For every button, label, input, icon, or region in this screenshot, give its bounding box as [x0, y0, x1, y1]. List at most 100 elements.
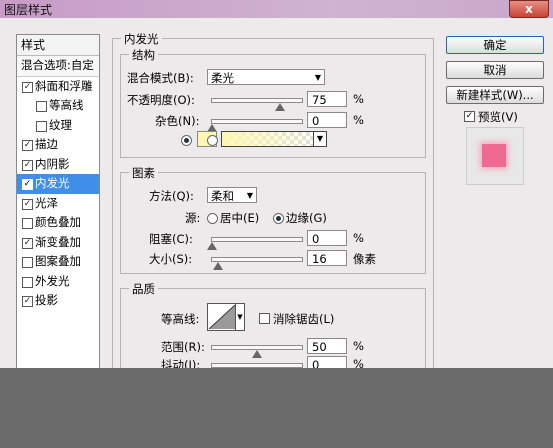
opacity-input[interactable]: 75 — [307, 91, 347, 107]
style-list-item-label: 内阴影 — [35, 156, 70, 171]
style-checkbox[interactable] — [22, 218, 33, 229]
style-list-item-label: 渐变叠加 — [35, 234, 81, 249]
preview-label[interactable]: 预览(V) — [478, 109, 518, 125]
style-list-item[interactable]: ✓ 斜面和浮雕 — [17, 77, 99, 97]
choke-slider-handle[interactable] — [207, 242, 217, 250]
style-preview — [466, 127, 524, 185]
style-list-item[interactable]: ✓ 投影 — [17, 291, 99, 311]
blend-mode-label: 混合模式(B): — [127, 71, 194, 85]
structure-group: 结构 混合模式(B): 柔光 ▼ 不透明度(O): 75 % 杂色(N): 0 … — [120, 47, 426, 158]
choke-unit: % — [353, 231, 364, 245]
range-unit: % — [353, 339, 364, 353]
size-slider-handle[interactable] — [212, 262, 223, 270]
style-checkbox[interactable] — [36, 120, 47, 132]
blend-mode-value: 柔光 — [211, 71, 234, 85]
close-button[interactable]: x — [509, 0, 549, 18]
style-list-item[interactable]: 纹理 — [17, 116, 99, 136]
chevron-down-icon: ▼ — [246, 191, 253, 200]
noise-slider[interactable] — [207, 119, 303, 132]
style-checkbox[interactable]: ✓ — [22, 140, 33, 151]
gradient-radio[interactable] — [207, 135, 218, 146]
source-center-label[interactable]: 居中(E) — [220, 210, 259, 226]
style-checkbox[interactable]: ✓ — [22, 198, 33, 210]
source-edge-label[interactable]: 边缘(G) — [286, 210, 327, 226]
opacity-slider[interactable] — [211, 98, 303, 111]
style-checkbox[interactable] — [36, 101, 47, 112]
choke-label: 阻塞(C): — [149, 232, 193, 246]
noise-label: 杂色(N): — [155, 114, 200, 128]
noise-unit: % — [353, 113, 364, 127]
preview-swatch — [482, 144, 506, 167]
source-label: 源: — [185, 211, 201, 225]
noise-input[interactable]: 0 — [307, 112, 347, 128]
contour-label: 等高线: — [161, 312, 200, 326]
technique-value: 柔和 — [211, 189, 234, 203]
window-title: 图层样式 — [4, 3, 53, 17]
elements-label: 图素 — [129, 165, 158, 181]
style-checkbox[interactable] — [22, 276, 33, 288]
style-list-item-label: 投影 — [35, 293, 58, 307]
inner-glow-panel: 内发光 结构 混合模式(B): 柔光 ▼ 不透明度(O): 75 % 杂色(N)… — [112, 30, 434, 390]
solid-color-radio[interactable] — [181, 135, 192, 146]
size-unit: 像素 — [353, 252, 376, 266]
style-list-item-label: 内发光 — [35, 176, 70, 190]
style-checkbox[interactable]: ✓ — [22, 179, 33, 190]
contour-curve-icon — [209, 305, 235, 329]
contour-picker[interactable]: ▼ — [207, 303, 245, 331]
size-input[interactable]: 16 — [307, 250, 347, 266]
style-list-item-label: 斜面和浮雕 — [35, 78, 93, 93]
ok-button[interactable]: 确定 — [446, 36, 544, 54]
style-list-item[interactable]: ✓ 内发光 — [17, 174, 99, 194]
style-list-item-label: 图案叠加 — [35, 254, 81, 268]
style-checkbox[interactable]: ✓ — [22, 81, 33, 93]
choke-input[interactable]: 0 — [307, 230, 347, 246]
style-list-item[interactable]: 颜色叠加 — [17, 213, 99, 233]
style-list-item[interactable]: ✓ 光泽 — [17, 194, 99, 214]
blend-mode-select[interactable]: 柔光 ▼ — [207, 69, 325, 85]
opacity-label: 不透明度(O): — [127, 93, 195, 107]
panel-title: 内发光 — [121, 31, 162, 47]
style-checkbox[interactable] — [22, 257, 33, 268]
antialias-label[interactable]: 消除锯齿(L) — [273, 311, 334, 327]
style-list-item[interactable]: 外发光 — [17, 272, 99, 292]
style-list-item-label: 等高线 — [49, 98, 84, 112]
size-slider[interactable] — [211, 257, 303, 270]
style-list-item-label: 描边 — [35, 137, 58, 151]
layer-style-dialog: 图层样式 x 样式 混合选项:自定 ✓ 斜面和浮雕 等高线 纹理 ✓ 描边 ✓ 内阴影 ✓ 内发光… — [0, 0, 553, 390]
title-bar[interactable]: 图层样式 x — [0, 0, 553, 18]
range-slider-handle[interactable] — [252, 350, 262, 358]
style-list-item[interactable]: ✓ 内阴影 — [17, 155, 99, 175]
source-edge-radio[interactable] — [273, 213, 284, 224]
gradient-picker[interactable]: ▼ — [221, 131, 327, 147]
new-style-button[interactable]: 新建样式(W)... — [446, 86, 544, 104]
background-area — [0, 368, 553, 448]
opacity-unit: % — [353, 92, 364, 106]
preview-checkbox[interactable]: ✓ — [464, 111, 475, 122]
chevron-down-icon[interactable]: ▼ — [235, 304, 244, 330]
blend-options-item[interactable]: 混合选项:自定 — [17, 56, 99, 77]
chevron-down-icon[interactable]: ▼ — [313, 132, 326, 146]
opacity-slider-handle[interactable] — [274, 103, 285, 111]
style-list-item[interactable]: 图案叠加 — [17, 252, 99, 272]
style-checkbox[interactable]: ✓ — [22, 159, 33, 171]
style-checkbox[interactable]: ✓ — [22, 296, 33, 307]
style-list-item[interactable]: 等高线 — [17, 96, 99, 116]
choke-slider[interactable] — [207, 237, 303, 250]
technique-select[interactable]: 柔和 ▼ — [207, 187, 257, 203]
source-center-radio[interactable] — [207, 213, 218, 224]
styles-header[interactable]: 样式 — [17, 35, 99, 56]
structure-label: 结构 — [129, 47, 158, 63]
quality-label: 品质 — [129, 281, 158, 297]
style-checkbox[interactable]: ✓ — [22, 237, 33, 249]
antialias-checkbox[interactable] — [259, 313, 270, 324]
style-list-item-label: 光泽 — [35, 195, 58, 210]
style-list-item-label: 纹理 — [49, 117, 72, 132]
range-label: 范围(R): — [161, 340, 205, 354]
range-input[interactable]: 50 — [307, 338, 347, 354]
style-list-item[interactable]: ✓ 描边 — [17, 135, 99, 155]
style-list-item[interactable]: ✓ 渐变叠加 — [17, 233, 99, 253]
chevron-down-icon: ▼ — [314, 73, 321, 82]
range-slider[interactable] — [211, 345, 303, 358]
size-label: 大小(S): — [149, 252, 193, 266]
cancel-button[interactable]: 取消 — [446, 61, 544, 79]
